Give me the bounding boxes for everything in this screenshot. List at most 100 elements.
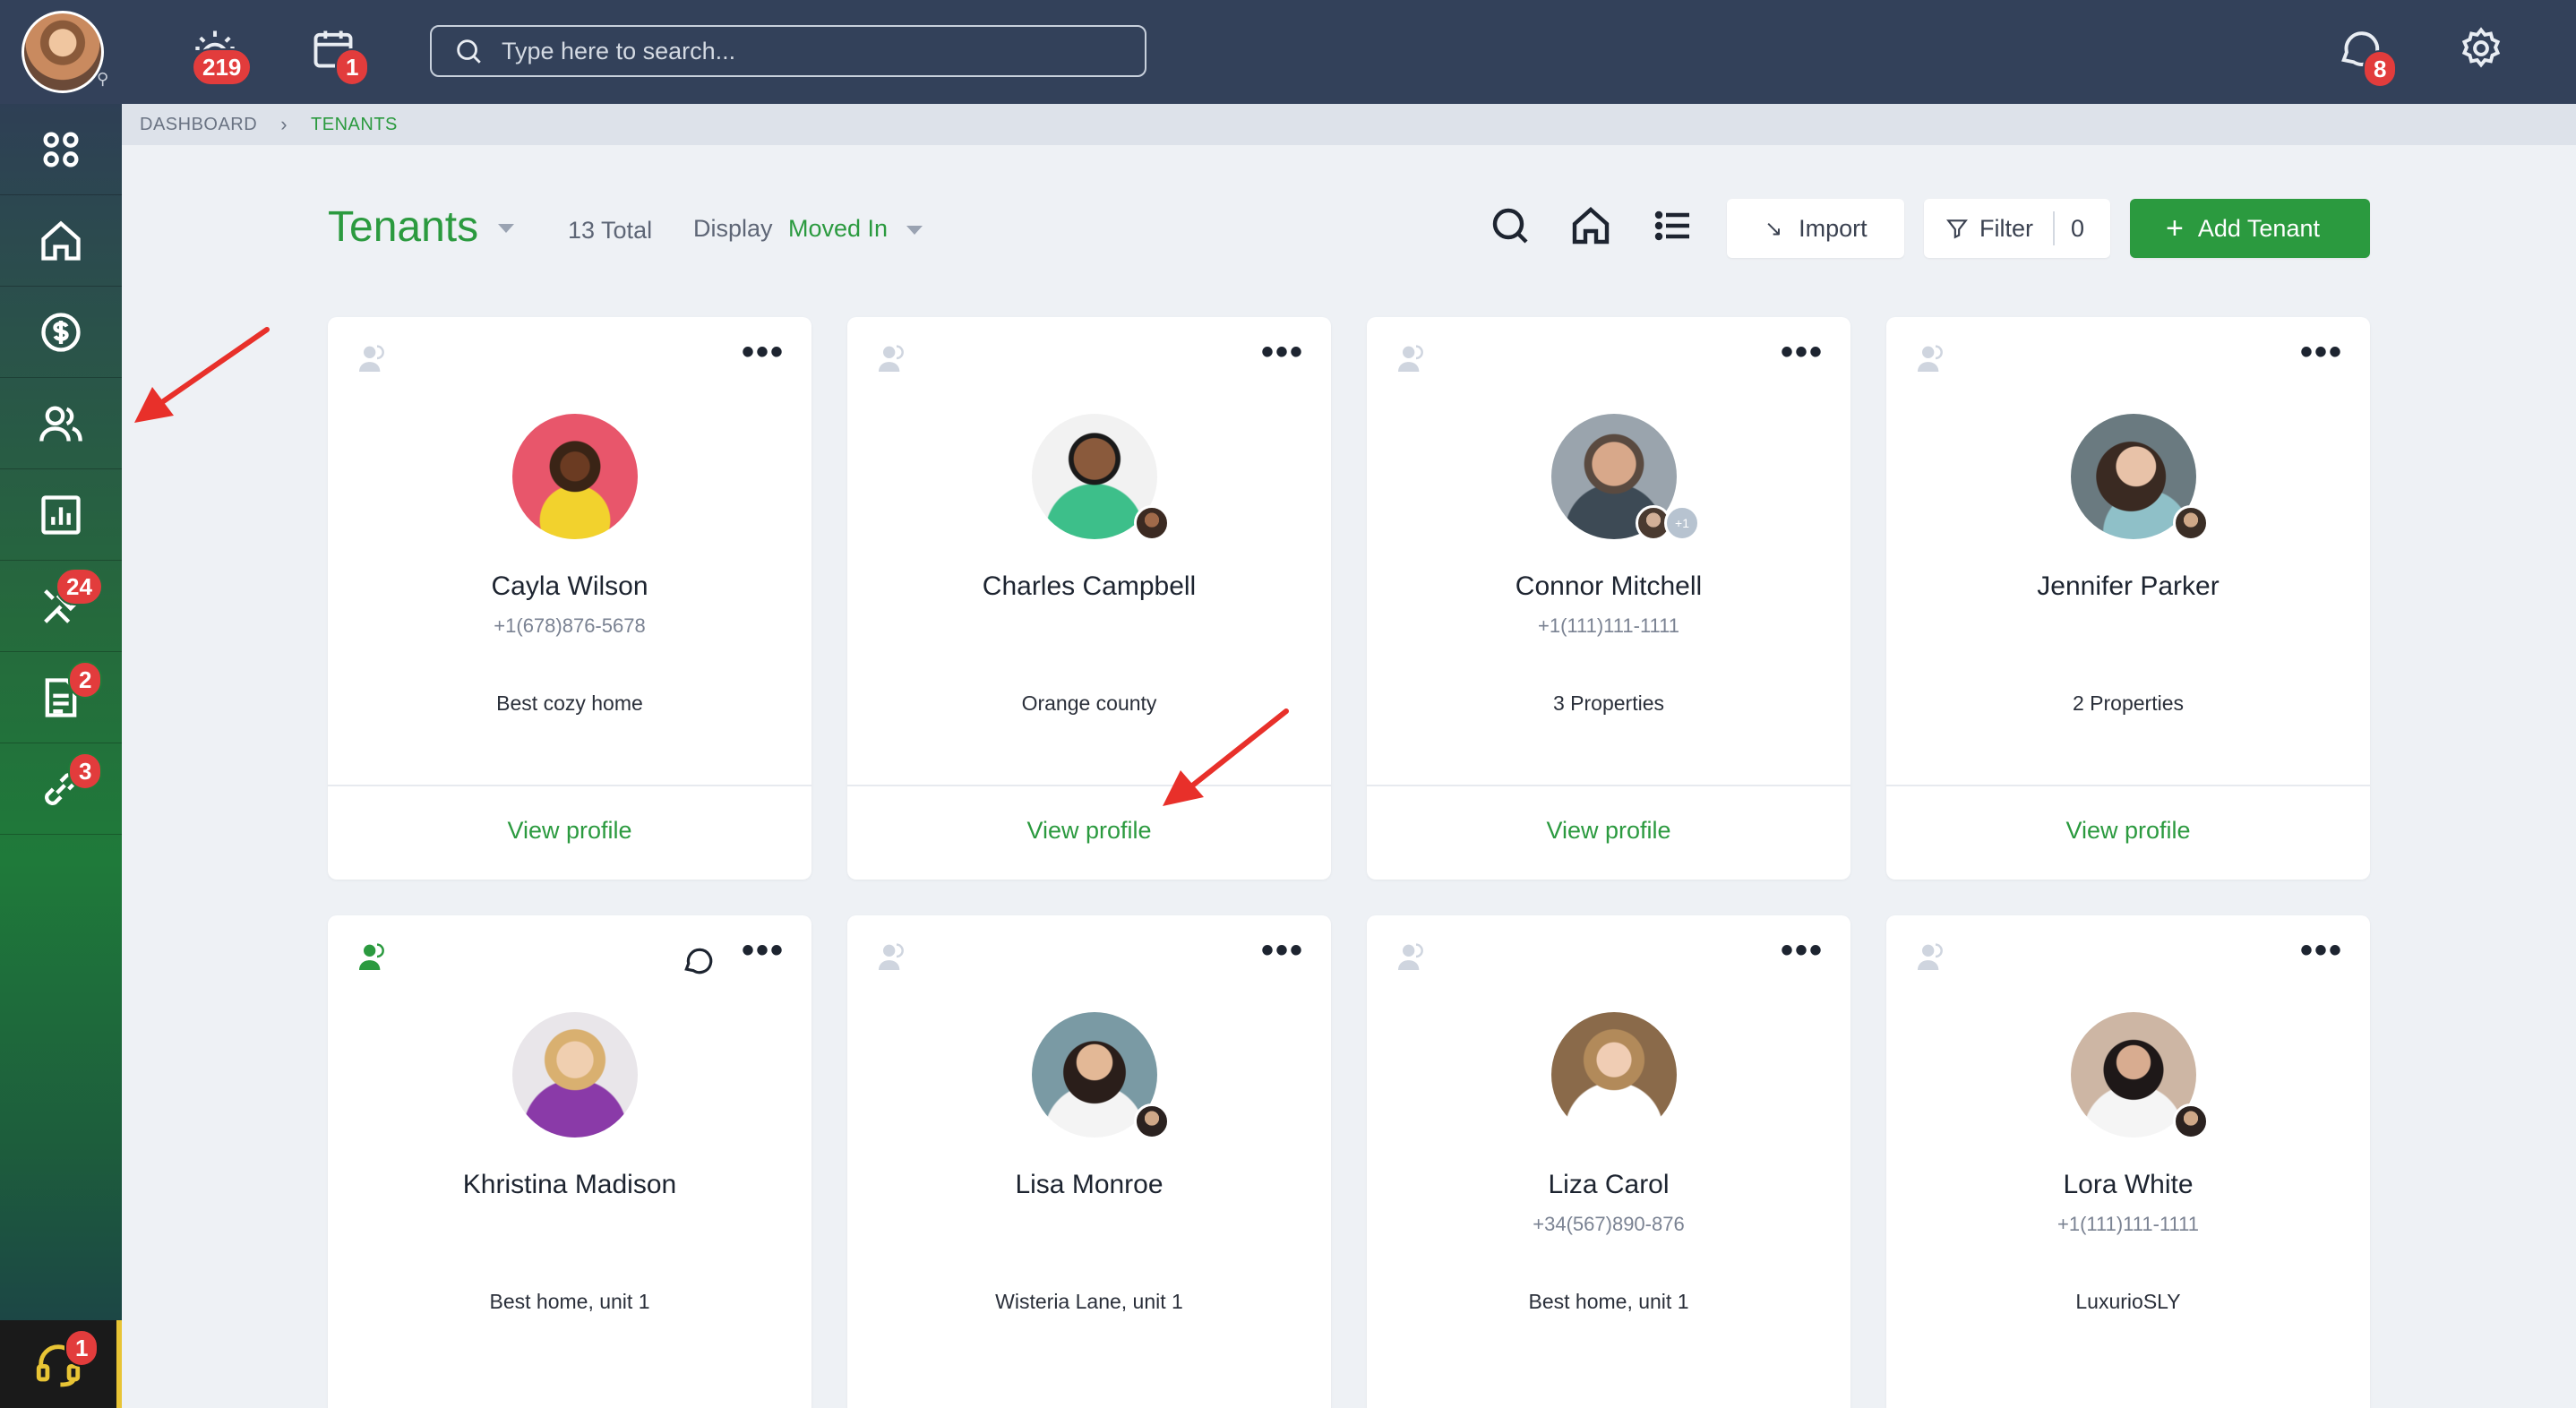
tenant-card[interactable]: ••• Jennifer Parker 2 Properties View pr… [1886,317,2370,880]
message-icon[interactable] [681,942,715,976]
person-icon [1398,345,1423,372]
card-divider [1367,785,1850,786]
more-co-tenants-badge: +1 [1664,505,1700,541]
tenant-property[interactable]: LuxurioSLY [1886,1290,2370,1314]
co-tenant-avatar [1134,505,1170,541]
plus-icon: + [2166,211,2184,245]
co-tenant-avatar [2173,505,2209,541]
more-options-icon[interactable]: ••• [1261,932,1304,968]
sidebar-support-button[interactable]: 1 [0,1320,122,1408]
sidebar: 24 2 3 1 [0,104,122,1408]
tenant-phone: +1(678)876-5678 [494,614,646,637]
chevron-right-icon: › [280,113,288,135]
user-avatar[interactable] [21,11,104,93]
tenant-property[interactable]: 2 Properties [1886,691,2370,716]
search-toggle-icon[interactable] [1489,204,1533,249]
tenant-property[interactable]: Best home, unit 1 [328,1290,811,1314]
tenant-name: Charles Campbell [982,571,1197,601]
tenant-name: Cayla Wilson [491,571,648,601]
person-icon [1918,345,1943,372]
display-label: Display [693,215,773,242]
person-icon [1398,943,1423,970]
more-options-icon[interactable]: ••• [1261,334,1304,370]
breadcrumb-tenants: TENANTS [311,114,398,134]
list-view-icon[interactable] [1652,204,1696,249]
pin-icon: ⚲ [97,70,109,88]
add-tenant-button[interactable]: + Add Tenant [2130,199,2370,258]
person-icon [879,345,904,372]
sidebar-item-accounting[interactable] [0,287,122,378]
sidebar-item-maintenance[interactable]: 24 [0,561,122,652]
home-icon [41,220,81,261]
tenant-name: Connor Mitchell [1515,571,1703,601]
grid-icon [43,132,79,167]
tenant-name: Lora White [2063,1170,2194,1199]
page-title[interactable]: Tenants [328,202,478,252]
tenant-phone: +1(111)111-1111 [2057,1213,2199,1235]
tenant-card[interactable]: ••• Liza Carol +34(567)890-876 Best home… [1367,915,1850,1408]
more-options-icon[interactable]: ••• [1781,334,1824,370]
import-button[interactable]: ↘ Import [1727,199,1904,258]
annotation-arrow-sidebar [134,327,270,423]
tenant-card[interactable]: ••• Lisa Monroe Wisteria Lane, unit 1 [847,915,1331,1408]
tenant-avatar [512,1012,638,1138]
annotation-arrow-view-profile [1163,708,1289,806]
more-options-icon[interactable]: ••• [2300,334,2343,370]
links-count-badge: 3 [68,752,103,790]
tenant-card[interactable]: ••• Lora White +1(111)111-1111 LuxurioSL… [1886,915,2370,1408]
alarm-count-badge: 219 [192,48,253,86]
person-icon [359,345,384,372]
view-profile-link[interactable]: View profile [1886,817,2370,845]
tenant-card[interactable]: ••• Cayla Wilson +1(678)876-5678 Best co… [328,317,811,880]
tenant-property[interactable]: Best home, unit 1 [1367,1290,1850,1314]
tenant-avatar [512,414,638,539]
sidebar-item-links[interactable]: 3 [0,743,122,835]
sidebar-item-documents[interactable]: 2 [0,652,122,743]
chat-count-badge: 8 [2363,50,2398,88]
view-profile-link[interactable]: View profile [847,817,1331,845]
sidebar-item-reports[interactable] [0,469,122,561]
import-arrow-icon: ↘ [1765,216,1783,241]
filter-count: 0 [2071,214,2085,242]
sidebar-item-home[interactable] [0,195,122,287]
top-bar: ⚲ 219 1 8 [0,0,2576,104]
search-input[interactable] [502,37,1129,65]
person-active-icon [359,943,384,970]
documents-count-badge: 2 [68,661,103,699]
view-profile-link[interactable]: View profile [1367,817,1850,845]
more-options-icon[interactable]: ••• [2300,932,2343,968]
tenant-name: Liza Carol [1548,1170,1670,1199]
search-icon [457,39,481,64]
filter-icon [1946,219,1968,239]
breadcrumb-dashboard[interactable]: DASHBOARD [140,115,257,135]
title-dropdown-icon[interactable] [498,224,514,233]
settings-gear-icon[interactable] [2458,25,2512,79]
search-box[interactable] [430,25,1146,77]
display-filter-select[interactable]: Moved In [788,215,888,243]
dollar-icon [41,312,81,352]
maintenance-count-badge: 24 [56,568,103,605]
tenant-card[interactable]: ••• Khristina Madison Best home, unit 1 [328,915,811,1408]
person-icon [1918,943,1943,970]
tenant-property[interactable]: 3 Properties [1367,691,1850,716]
tenant-name: Lisa Monroe [1015,1170,1163,1199]
more-options-icon[interactable]: ••• [1781,932,1824,968]
more-options-icon[interactable]: ••• [742,334,785,370]
person-icon [879,943,904,970]
sidebar-item-apps[interactable] [0,104,122,195]
tenant-phone: +1(111)111-1111 [1538,614,1679,637]
sidebar-item-tenants[interactable] [0,378,122,469]
display-dropdown-icon[interactable] [906,226,923,235]
tenant-property[interactable]: Wisteria Lane, unit 1 [847,1290,1331,1314]
calendar-count-badge: 1 [335,48,370,86]
tenant-card[interactable]: ••• +1 Connor Mitchell +1(111)111-1111 3… [1367,317,1850,880]
view-profile-link[interactable]: View profile [328,817,811,845]
more-options-icon[interactable]: ••• [742,932,785,968]
card-divider [1886,785,2370,786]
tenant-property[interactable]: Best cozy home [328,691,811,716]
filter-button[interactable]: Filter 0 [1924,199,2110,258]
tenant-avatar [1551,1012,1677,1138]
grid-view-home-icon[interactable] [1569,204,1614,249]
breadcrumb: DASHBOARD › TENANTS [122,104,2576,145]
users-icon [39,406,82,442]
